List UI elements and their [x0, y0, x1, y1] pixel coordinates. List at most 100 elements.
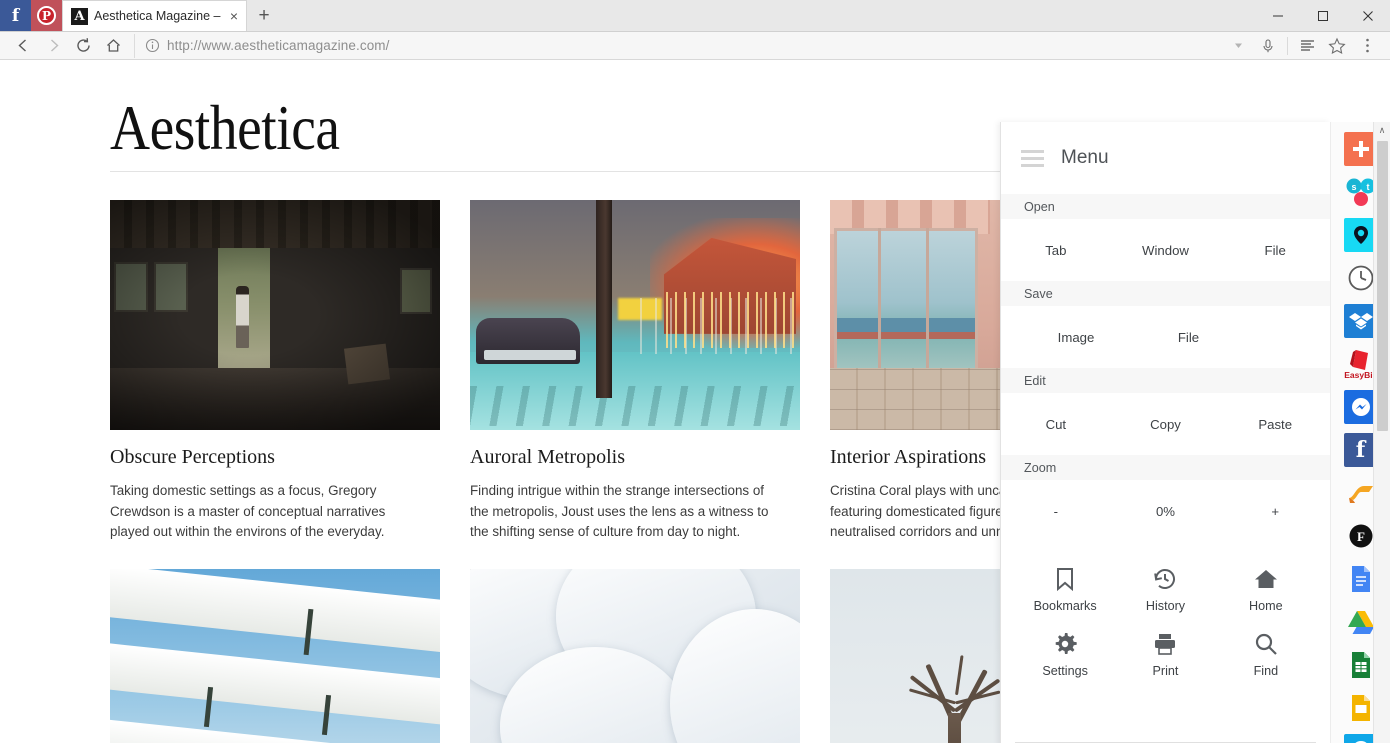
address-bar-actions: [1223, 33, 1382, 59]
home-icon: [1253, 566, 1279, 592]
search-icon: [1253, 631, 1279, 657]
zoom-level-value: 0%: [1111, 504, 1221, 519]
pinned-tab-pinterest[interactable]: P: [31, 0, 62, 31]
menu-tool-home[interactable]: Home: [1216, 560, 1316, 619]
pinterest-icon: P: [37, 6, 56, 25]
gear-icon: [1052, 631, 1078, 657]
menu-tool-find[interactable]: Find: [1216, 625, 1316, 684]
browser-navigation-bar: http://www.aestheticamagazine.com/: [0, 32, 1390, 60]
pinned-tab-facebook[interactable]: f: [0, 0, 31, 31]
browser-overflow-menu-icon[interactable]: [1352, 33, 1382, 59]
search-bubble-icon: [1350, 224, 1372, 246]
microphone-icon[interactable]: [1253, 33, 1283, 59]
menu-tool-history[interactable]: History: [1115, 560, 1215, 619]
facebook-icon: f: [12, 6, 19, 26]
google-docs-icon: [1349, 565, 1373, 593]
article-image-derelict-interior[interactable]: [110, 200, 440, 430]
menu-section-open-items: Tab Window File: [1001, 219, 1330, 281]
scrollbar-thumb[interactable]: [1377, 141, 1388, 431]
menu-tool-grid: Bookmarks History Home: [1001, 542, 1330, 692]
article-title[interactable]: Obscure Perceptions: [110, 446, 440, 469]
address-bar[interactable]: http://www.aestheticamagazine.com/: [134, 34, 1223, 58]
chevron-down-icon[interactable]: [1223, 33, 1253, 59]
tab-title: Aesthetica Magazine – T...: [94, 9, 222, 23]
menu-tool-label: Home: [1249, 599, 1283, 613]
menu-item-save-file[interactable]: File: [1151, 330, 1226, 345]
minimize-button[interactable]: [1255, 0, 1300, 31]
font-icon: F: [1347, 522, 1375, 550]
menu-section-open-heading: Open: [1001, 194, 1330, 219]
menu-tool-label: Find: [1254, 664, 1279, 678]
article-card[interactable]: [110, 569, 440, 743]
menu-section-zoom-items: - 0% +: [1001, 480, 1330, 542]
home-icon[interactable]: [98, 33, 128, 59]
menu-tool-label: Bookmarks: [1034, 599, 1097, 613]
zoom-out-button[interactable]: -: [1001, 504, 1111, 519]
site-logo[interactable]: Aesthetica: [110, 99, 340, 159]
page-scrollbar[interactable]: ∧ ∨: [1373, 122, 1390, 743]
menu-section-save-heading: Save: [1001, 281, 1330, 306]
toolbar-divider: [1287, 37, 1288, 55]
browser-title-bar: f P A Aesthetica Magazine – T... × +: [0, 0, 1390, 32]
dropbox-icon: [1349, 310, 1373, 332]
article-image-night-street[interactable]: [470, 200, 800, 430]
svg-text:t: t: [1366, 182, 1369, 192]
google-drive-icon: [1347, 610, 1375, 635]
menu-item-open-tab[interactable]: Tab: [1001, 243, 1111, 258]
menu-item-cut[interactable]: Cut: [1001, 417, 1111, 432]
article-image-white-architecture[interactable]: [110, 569, 440, 743]
back-icon[interactable]: [8, 33, 38, 59]
facebook-icon: f: [1356, 437, 1365, 463]
menu-section-edit-items: Cut Copy Paste: [1001, 393, 1330, 455]
svg-text:F: F: [1357, 529, 1365, 544]
site-info-icon[interactable]: [145, 38, 160, 53]
new-tab-button[interactable]: +: [247, 0, 281, 31]
menu-item-paste[interactable]: Paste: [1220, 417, 1330, 432]
printer-icon: [1152, 631, 1178, 657]
article-card[interactable]: Obscure Perceptions Taking domestic sett…: [110, 200, 440, 543]
menu-tool-settings[interactable]: Settings: [1015, 625, 1115, 684]
menu-item-copy[interactable]: Copy: [1111, 417, 1221, 432]
url-text: http://www.aestheticamagazine.com/: [167, 38, 390, 53]
menu-tool-label: Settings: [1042, 664, 1088, 678]
forward-icon[interactable]: [38, 33, 68, 59]
article-card[interactable]: [470, 569, 800, 743]
hangouts-icon: #: [1349, 739, 1373, 743]
bookmark-icon: [1052, 566, 1078, 592]
maximize-button[interactable]: [1300, 0, 1345, 31]
menu-section-edit-heading: Edit: [1001, 368, 1330, 393]
close-window-button[interactable]: [1345, 0, 1390, 31]
google-sheets-icon: [1349, 651, 1373, 679]
hamburger-icon[interactable]: [1021, 150, 1044, 167]
menu-tool-bookmarks[interactable]: Bookmarks: [1015, 560, 1115, 619]
scroll-up-icon[interactable]: ∧: [1374, 122, 1390, 139]
bookmark-star-icon[interactable]: [1322, 33, 1352, 59]
menu-section-save-items: Image File: [1001, 306, 1330, 368]
social-dots-icon: s t: [1345, 177, 1377, 207]
article-image-white-fabric-face[interactable]: [470, 569, 800, 743]
tab-aesthetica[interactable]: A Aesthetica Magazine – T... ×: [62, 0, 247, 31]
svg-text:s: s: [1351, 182, 1356, 192]
reader-view-icon[interactable]: [1292, 33, 1322, 59]
menu-tool-label: Print: [1153, 664, 1179, 678]
ribbon-icon: [1346, 481, 1376, 505]
close-tab-icon[interactable]: ×: [228, 9, 240, 23]
menu-item-save-image[interactable]: Image: [1001, 330, 1151, 345]
clock-icon: [1347, 264, 1375, 292]
reload-icon[interactable]: [68, 33, 98, 59]
menu-item-open-file[interactable]: File: [1220, 243, 1330, 258]
page-viewport: Aesthetica Magazine Shop Awards Obscure …: [0, 61, 1390, 743]
google-slides-icon: [1349, 694, 1373, 722]
menu-tool-print[interactable]: Print: [1115, 625, 1215, 684]
article-excerpt: Finding intrigue within the strange inte…: [470, 481, 782, 543]
menu-item-open-window[interactable]: Window: [1111, 243, 1221, 258]
zoom-in-button[interactable]: +: [1220, 504, 1330, 519]
menu-panel-title: Menu: [1061, 147, 1109, 169]
article-card[interactable]: Auroral Metropolis Finding intrigue with…: [470, 200, 800, 543]
article-title[interactable]: Auroral Metropolis: [470, 446, 800, 469]
article-excerpt: Taking domestic settings as a focus, Gre…: [110, 481, 422, 543]
menu-tool-label: History: [1146, 599, 1185, 613]
history-icon: [1152, 566, 1178, 592]
messenger-icon: [1350, 396, 1372, 418]
window-controls: [1255, 0, 1390, 31]
